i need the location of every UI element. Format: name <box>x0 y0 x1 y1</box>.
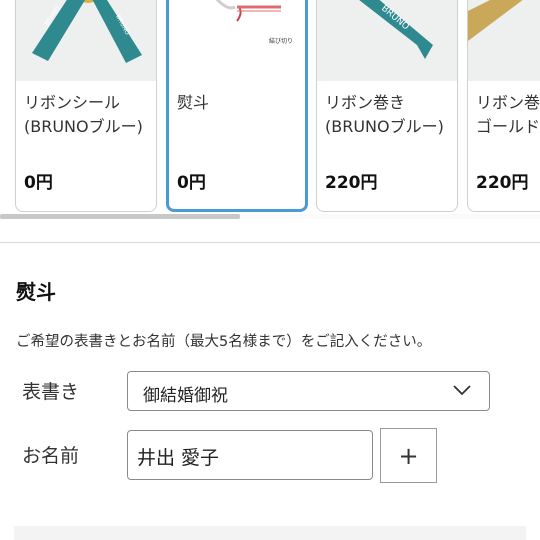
chevron-down-icon <box>453 385 471 396</box>
wrap-option-name: リボンシール(BRUNOブルー) <box>24 93 143 136</box>
ribbon-wrap-image: BRUNO <box>317 0 457 81</box>
omote-select[interactable]: 御結婚御祝 <box>127 371 490 411</box>
add-name-button[interactable]: + <box>380 428 437 483</box>
noshi-description: ご希望の表書きとお名前（最大5名様まで）をご記入ください。 <box>16 334 432 350</box>
wrap-option-card[interactable]: BRUNO BRUNO リボンシール(BRUNOブルー) 0円 <box>15 0 157 212</box>
wrap-option-price: 0円 <box>177 173 206 193</box>
gift-wrap-carousel: BRUNO BRUNO リボンシール(BRUNOブルー) 0円 結び切り 熨斗 … <box>0 0 540 222</box>
wrap-option-card[interactable]: BRUNO リボン巻き(BRUNOブルー) 220円 <box>316 0 458 212</box>
wrap-option-name: 熨斗 <box>177 93 210 112</box>
name-label: お名前 <box>22 445 80 467</box>
next-section-area <box>14 526 526 540</box>
wrap-option-card-selected[interactable]: 結び切り 熨斗 0円 <box>166 0 308 212</box>
svg-text:結び切り: 結び切り <box>269 37 293 45</box>
wrap-option-price: 220円 <box>476 173 529 193</box>
section-divider <box>0 242 540 243</box>
omote-selected-value: 御結婚御祝 <box>143 386 228 406</box>
noshi-section-title: 熨斗 <box>16 280 56 304</box>
gold-ribbon-image <box>468 0 540 81</box>
name-input-value: 井出 愛子 <box>137 447 220 469</box>
plus-icon: + <box>398 441 419 470</box>
wrap-option-card[interactable]: リボン巻きゴールド無 220円 <box>467 0 540 212</box>
carousel-scrollbar-thumb[interactable] <box>0 214 240 219</box>
wrap-option-price: 220円 <box>325 173 378 193</box>
wrap-option-name: リボン巻きゴールド無 <box>476 93 540 136</box>
name-input[interactable]: 井出 愛子 <box>127 430 373 480</box>
wrap-option-price: 0円 <box>24 173 53 193</box>
wrap-option-name: リボン巻き(BRUNOブルー) <box>325 93 444 136</box>
ribbon-seal-image: BRUNO BRUNO <box>16 0 156 81</box>
omote-label: 表書き <box>22 381 80 403</box>
noshi-image: 結び切り <box>169 0 305 83</box>
